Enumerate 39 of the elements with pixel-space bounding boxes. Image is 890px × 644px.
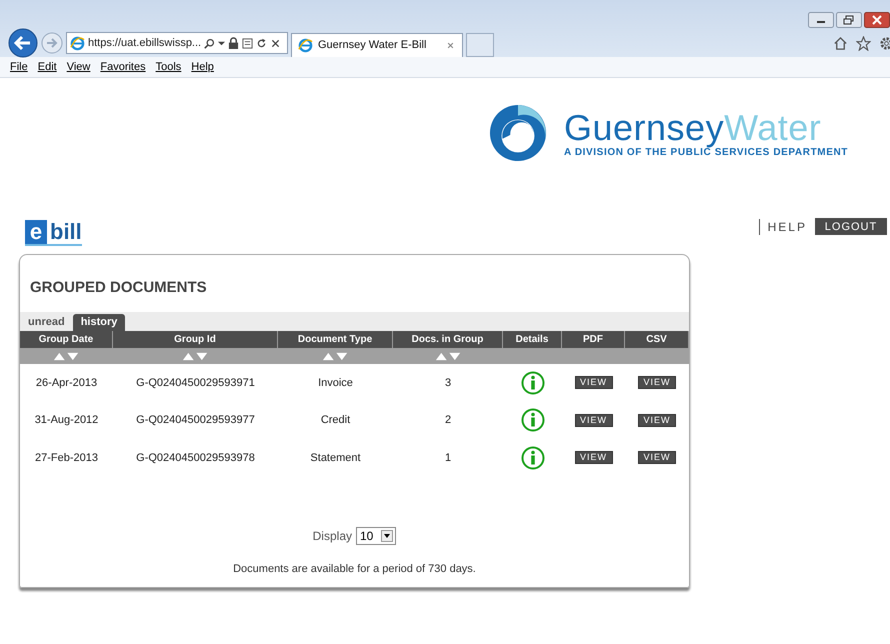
table-cell: G-Q0240450029593977	[136, 414, 255, 426]
view-button[interactable]: VIEW	[574, 451, 612, 464]
ebill-logo-word: bill	[50, 220, 82, 244]
logo-name: Guernsey	[564, 106, 724, 148]
display-label: Display	[312, 528, 352, 542]
menu-item[interactable]: View	[66, 61, 90, 73]
view-button[interactable]: VIEW	[574, 376, 612, 390]
table-cell: 31-Aug-2012	[34, 414, 98, 426]
view-button[interactable]: VIEW	[638, 451, 676, 464]
help-link[interactable]: HELP	[768, 220, 807, 234]
table-cell: 2	[444, 414, 452, 426]
page-size-select[interactable]: 10	[356, 526, 396, 544]
ebill-logo-letter: e	[25, 220, 47, 244]
view-button[interactable]: VIEW	[638, 414, 676, 427]
menu-item[interactable]: Help	[191, 61, 214, 73]
panel-title: GROUPED DOCUMENTS	[29, 278, 208, 298]
table-cell: 27-Feb-2013	[35, 452, 98, 464]
view-button[interactable]: VIEW	[574, 414, 612, 427]
retention-note: Documents are available for a period of 730 days.	[232, 562, 477, 574]
table-cell: Invoice	[318, 376, 353, 389]
logo-name: Water	[724, 106, 822, 148]
table-cell: 26-Apr-2013	[36, 376, 98, 389]
menu-item[interactable]: File	[10, 61, 28, 73]
table-cell: G-Q0240450029593978	[136, 452, 255, 464]
table-cell: Credit	[320, 414, 350, 426]
view-button[interactable]: VIEW	[638, 376, 676, 390]
browser-tab[interactable]: Guernsey Water E-Bill	[291, 32, 463, 56]
menu-item[interactable]: Edit	[38, 61, 57, 73]
address-bar[interactable]: https://uat.ebillswissp...	[66, 32, 288, 54]
logo-tagline: A DIVISION OF THE PUBLIC SERVICES DEPARTMENT	[564, 146, 848, 158]
table-cell: 1	[444, 452, 452, 464]
table-cell: 3	[444, 376, 452, 389]
tab[interactable]: unread	[20, 314, 73, 331]
table-cell: G-Q0240450029593971	[136, 376, 255, 389]
logout-button[interactable]: LOGOUT	[815, 218, 887, 235]
menu-item[interactable]: Tools	[156, 61, 182, 73]
tab[interactable]: history	[72, 314, 126, 331]
table-cell: Statement	[310, 452, 361, 464]
menu-item[interactable]: Favorites	[100, 61, 146, 73]
